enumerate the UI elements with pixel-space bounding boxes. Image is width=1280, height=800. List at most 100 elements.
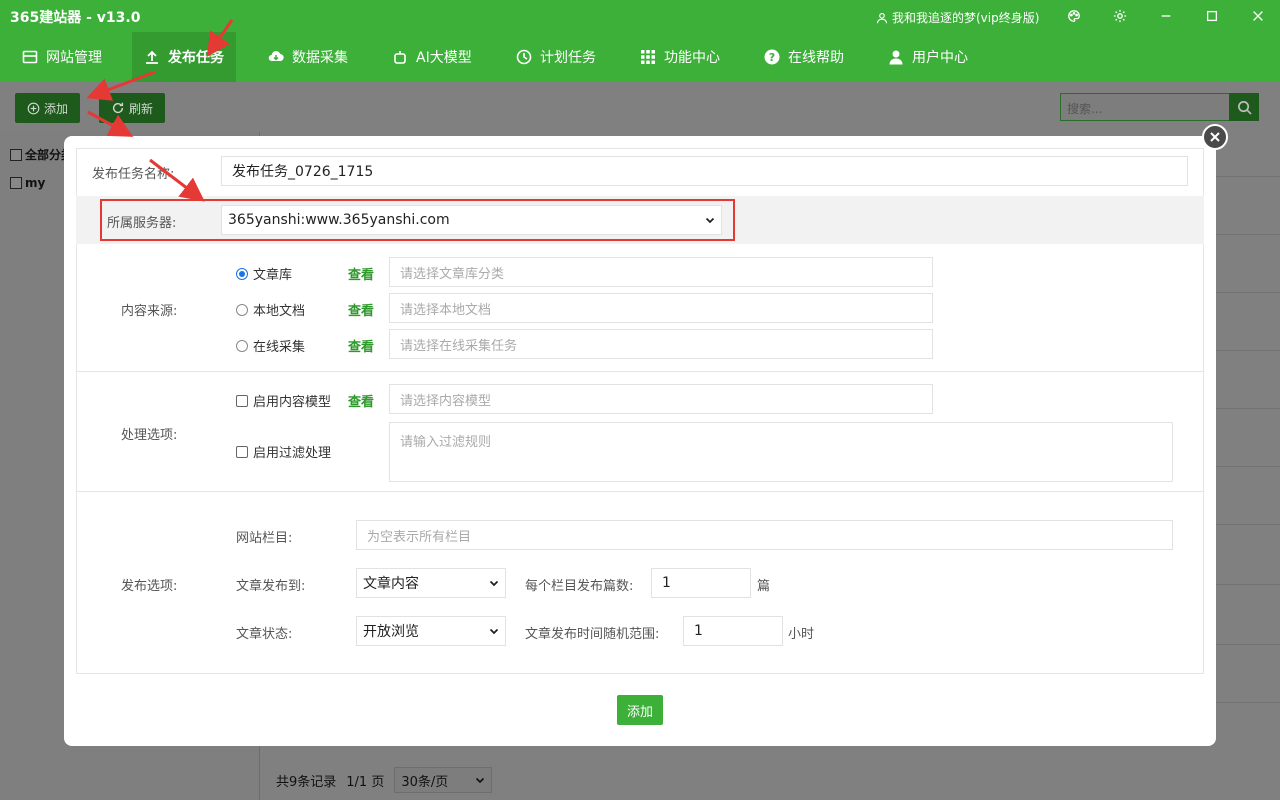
nav-label: 发布任务 [168,50,224,66]
random-range-unit: 小时 [788,627,815,642]
nav-schedule[interactable]: 计划任务 [504,32,608,82]
add-button-label: 添加 [44,101,69,116]
publish-to-select[interactable]: 文章内容 [356,568,506,598]
category-all-checkbox[interactable] [10,148,22,161]
section-divider [77,491,1203,492]
processing-label: 处理选项: [121,428,178,443]
section-divider [77,371,1203,372]
status-value: 开放浏览 [363,624,419,640]
publish-to-label: 文章发布到: [236,579,306,594]
user-info[interactable]: 我和我追逐的梦(vip终身版) [876,9,1039,26]
record-count: 共9条记录 [276,774,337,790]
nav-ai-model[interactable]: AI大模型 [380,32,484,82]
per-column-unit: 篇 [757,579,771,594]
refresh-button[interactable]: 刷新 [99,93,166,123]
article-lib-input[interactable]: 请选择文章库分类 [389,257,933,287]
plus-circle-icon [27,102,40,114]
add-button[interactable]: 添加 [15,93,81,123]
chevron-down-icon [476,777,485,784]
app-title: 365建站器 - v13.0 [10,10,141,26]
page-indicator: 1/1 页 [346,774,385,790]
status-select[interactable]: 开放浏览 [356,616,506,646]
local-doc-input[interactable]: 请选择本地文档 [389,293,933,323]
nav-data-collect[interactable]: 数据采集 [256,32,360,82]
maximize-icon[interactable] [1204,8,1220,24]
nav-label: 功能中心 [664,50,720,66]
nav-function-center[interactable]: 功能中心 [628,32,732,82]
random-range-input[interactable]: 1 [683,616,783,646]
filter-rules-textarea[interactable]: 请输入过滤规则 [389,422,1173,482]
chevron-down-icon [489,580,499,587]
nav-user-center[interactable]: 用户中心 [876,32,980,82]
user-icon [889,50,903,65]
help-icon: ? [764,49,780,65]
title-bar: 365建站器 - v13.0 我和我追逐的梦(vip终身版) [0,0,1280,32]
grid-icon [641,50,655,64]
clock-icon [516,49,532,65]
category-my-checkbox[interactable] [10,177,22,189]
source-radio-online-collect[interactable]: 在线采集 [236,336,305,355]
search-input[interactable]: 搜索... [1060,93,1230,121]
gear-icon[interactable] [1112,8,1128,24]
close-window-icon[interactable] [1250,8,1266,24]
radio-label: 文章库 [253,268,293,283]
publish-to-value: 文章内容 [363,576,419,592]
publish-options-label: 发布选项: [121,579,178,594]
nav-publish-task[interactable]: 发布任务 [132,32,236,82]
content-model-input[interactable]: 请选择内容模型 [389,384,933,414]
nav-label: 用户中心 [912,50,968,66]
column-label: 网站栏目: [236,531,293,546]
radio-label: 本地文档 [253,304,306,319]
column-input[interactable]: 为空表示所有栏目 [356,520,1173,550]
nav-website-manage[interactable]: 网站管理 [10,32,114,82]
nav-label: 数据采集 [292,50,348,66]
source-radio-article-lib[interactable]: 文章库 [236,264,292,283]
nav-label: 网站管理 [46,50,102,66]
status-label: 文章状态: [236,627,293,642]
annotation-highlight-box [100,199,735,241]
checkbox-label: 启用内容模型 [253,395,332,410]
radio-dot[interactable] [236,267,248,280]
view-link-local-doc[interactable]: 查看 [348,300,374,319]
task-name-input[interactable]: 发布任务_0726_1715 [221,156,1188,186]
view-link-article-lib[interactable]: 查看 [348,264,374,283]
search-button[interactable] [1229,93,1259,121]
radio-dot[interactable] [236,339,248,352]
palette-icon[interactable] [1066,8,1082,24]
chevron-down-icon [489,628,499,635]
nav-online-help[interactable]: ? 在线帮助 [752,32,856,82]
checkbox-box[interactable] [236,445,248,458]
nav-label: AI大模型 [416,50,472,66]
content-source-label: 内容来源: [121,304,178,319]
task-name-label: 发布任务名称: [92,167,175,182]
search-icon [1237,100,1252,115]
cloud-download-icon [268,51,284,62]
checkbox-box[interactable] [236,394,248,407]
radio-label: 在线采集 [253,340,306,355]
category-my[interactable]: my [10,176,45,190]
view-link-content-model[interactable]: 查看 [348,391,374,410]
radio-dot[interactable] [236,303,248,316]
robot-icon [394,51,406,64]
upload-icon [146,50,158,64]
svg-text:?: ? [769,51,775,64]
view-link-online-collect[interactable]: 查看 [348,336,374,355]
refresh-button-label: 刷新 [129,101,154,116]
submit-add-button[interactable]: 添加 [617,695,663,725]
nav-label: 在线帮助 [788,50,844,66]
online-collect-input[interactable]: 请选择在线采集任务 [389,329,933,359]
random-range-label: 文章发布时间随机范围: [525,627,660,642]
page-size-select[interactable]: 30条/页 [394,767,493,793]
filter-checkbox[interactable]: 启用过滤处理 [236,442,331,461]
refresh-icon [112,102,124,114]
main-nav: 网站管理 发布任务 数据采集 AI大模型 计划任务 功能中心 ? 在线帮助 用户… [0,32,1280,82]
user-name: 我和我追逐的梦(vip终身版) [892,11,1040,25]
per-column-input[interactable]: 1 [651,568,751,598]
window-icon [22,50,38,64]
content-model-checkbox[interactable]: 启用内容模型 [236,391,331,410]
dialog-close-button[interactable] [1202,124,1228,150]
close-icon [1210,132,1220,142]
source-radio-local-doc[interactable]: 本地文档 [236,300,305,319]
page-size-value: 30条/页 [401,774,449,790]
minimize-icon[interactable] [1158,8,1174,24]
